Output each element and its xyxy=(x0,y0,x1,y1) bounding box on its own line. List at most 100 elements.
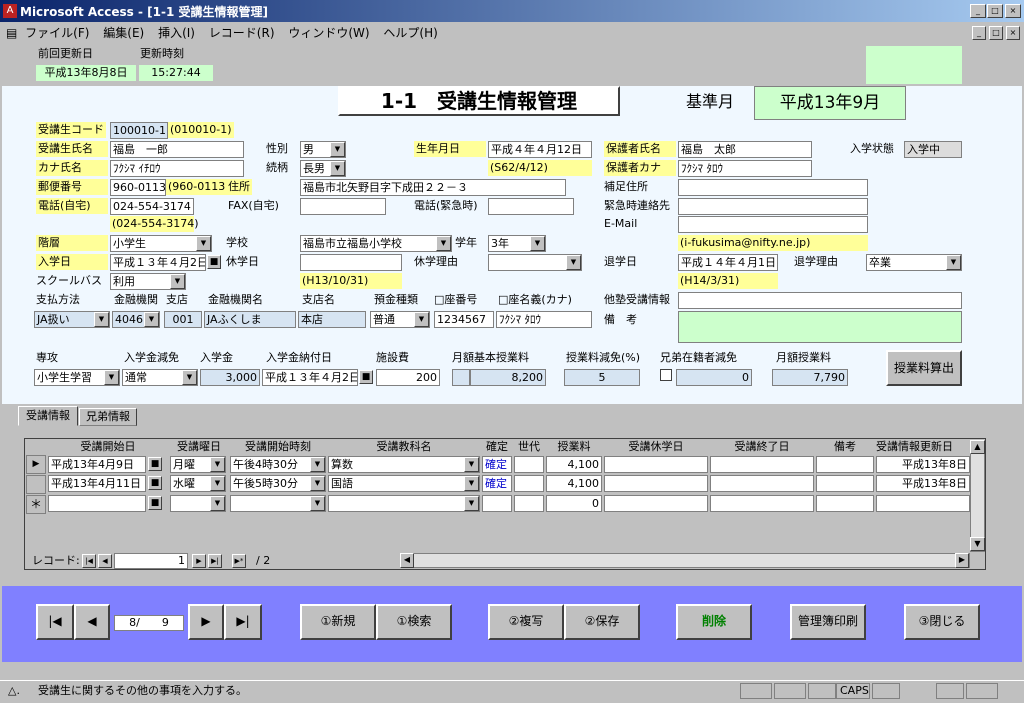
address-field[interactable]: 福島市北矢野目字下成田２２－３ xyxy=(300,179,566,196)
acc-no-field[interactable]: 1234567 xyxy=(434,311,494,328)
first-button[interactable]: |◀ xyxy=(36,604,74,640)
grid-cell-start[interactable] xyxy=(48,495,146,512)
quit-field[interactable]: 平成１４年４月1日 xyxy=(678,254,778,271)
grid-cell-end[interactable] xyxy=(710,475,814,492)
next-button[interactable]: ▶ xyxy=(188,604,224,640)
grid-time-dropdown-icon[interactable]: ▼ xyxy=(310,457,325,472)
new-record-icon[interactable]: ▶* xyxy=(232,554,246,568)
emergency-contact-field[interactable] xyxy=(678,198,868,215)
emergency-tel-field[interactable] xyxy=(488,198,574,215)
email-field[interactable] xyxy=(678,216,868,233)
pay-dropdown-icon[interactable]: ▼ xyxy=(94,312,109,327)
relation-dropdown-icon[interactable]: ▼ xyxy=(330,161,345,176)
grid-cell-fixed[interactable]: 確定 xyxy=(482,475,512,492)
fax-field[interactable] xyxy=(300,198,386,215)
menu-help[interactable]: ヘルプ(H) xyxy=(383,26,437,40)
doc-restore-button[interactable]: □ xyxy=(989,26,1003,40)
row-selector-current[interactable]: ▶ xyxy=(26,455,46,474)
guardian-kana-field[interactable]: ﾌｸｼﾏ ﾀﾛｳ xyxy=(678,160,812,177)
discount-dropdown-icon[interactable]: ▼ xyxy=(182,370,197,385)
tel-field[interactable]: 024-554-3174 xyxy=(110,198,194,215)
grid-cell-fee[interactable]: 4,100 xyxy=(546,456,602,473)
menu-insert[interactable]: 挿入(I) xyxy=(158,26,195,40)
student-code-field[interactable]: 100010-1 xyxy=(110,122,168,139)
copy-button[interactable]: ②複写 xyxy=(488,604,564,640)
grid-calendar-button[interactable]: ■ xyxy=(148,496,162,510)
minimize-button[interactable]: _ xyxy=(970,4,986,18)
leave-reason-dropdown-icon[interactable]: ▼ xyxy=(566,255,581,270)
last-record-icon[interactable]: ▶| xyxy=(208,554,222,568)
grid-cell-leave[interactable] xyxy=(604,456,708,473)
grid-cell-update[interactable] xyxy=(876,495,970,512)
grade-dropdown-icon[interactable]: ▼ xyxy=(196,236,211,251)
grid-cell-gen[interactable] xyxy=(514,475,544,492)
guardian-field[interactable]: 福島 太郎 xyxy=(678,141,812,158)
birth-field[interactable]: 平成４年４月12日 xyxy=(488,141,592,158)
grid-cell-start[interactable]: 平成13年4月11日 xyxy=(48,475,146,492)
kana-field[interactable]: ﾌｸｼﾏ ｲﾁﾛｳ xyxy=(110,160,244,177)
grid-calendar-button[interactable]: ■ xyxy=(148,476,162,490)
grid-cell-subject[interactable]: 算数 xyxy=(328,456,480,473)
grid-cell-fixed[interactable] xyxy=(482,495,512,512)
grid-time-dropdown-icon[interactable]: ▼ xyxy=(310,496,325,511)
grid-subject-dropdown-icon[interactable]: ▼ xyxy=(464,496,479,511)
doc-close-button[interactable]: × xyxy=(1006,26,1020,40)
acc-holder-field[interactable]: ﾌｸｼﾏ ﾀﾛｳ xyxy=(496,311,592,328)
facility-field[interactable]: 200 xyxy=(376,369,440,386)
sex-dropdown-icon[interactable]: ▼ xyxy=(330,142,345,157)
grid-subject-dropdown-icon[interactable]: ▼ xyxy=(464,476,479,491)
grid-cell-end[interactable] xyxy=(710,495,814,512)
fee-date-field[interactable]: 平成１３年４月2日 xyxy=(262,369,358,386)
grid-cell-fixed[interactable]: 確定 xyxy=(482,456,512,473)
grid-cell-memo[interactable] xyxy=(816,456,874,473)
prev-button[interactable]: ◀ xyxy=(74,604,110,640)
maximize-button[interactable]: □ xyxy=(987,4,1003,18)
grid-day-dropdown-icon[interactable]: ▼ xyxy=(210,476,225,491)
enroll-field[interactable]: 平成１３年４月2日 xyxy=(110,254,206,271)
memo-field[interactable] xyxy=(678,311,962,343)
grid-cell-end[interactable] xyxy=(710,456,814,473)
grid-cell-memo[interactable] xyxy=(816,475,874,492)
other-school-field[interactable] xyxy=(678,292,962,309)
leave-field[interactable] xyxy=(300,254,402,271)
new-button[interactable]: ①新規 xyxy=(300,604,376,640)
sub-address-field[interactable] xyxy=(678,179,868,196)
grid-subject-dropdown-icon[interactable]: ▼ xyxy=(464,457,479,472)
menu-records[interactable]: レコード(R) xyxy=(209,26,275,40)
grid-cell-gen[interactable] xyxy=(514,456,544,473)
grid-cell-subject[interactable] xyxy=(328,495,480,512)
grid-cell-memo[interactable] xyxy=(816,495,874,512)
major-dropdown-icon[interactable]: ▼ xyxy=(104,370,119,385)
branch-field[interactable]: 001 xyxy=(164,311,202,328)
sibling-checkbox[interactable] xyxy=(660,369,672,381)
row-selector-new[interactable]: ＊ xyxy=(26,495,46,514)
menu-window[interactable]: ウィンドウ(W) xyxy=(288,26,369,40)
quit-reason-dropdown-icon[interactable]: ▼ xyxy=(946,255,961,270)
grid-cell-fee[interactable]: 4,100 xyxy=(546,475,602,492)
prev-record-icon[interactable]: ◀ xyxy=(98,554,112,568)
first-record-icon[interactable]: |◀ xyxy=(82,554,96,568)
bus-dropdown-icon[interactable]: ▼ xyxy=(170,274,185,289)
grid-vscroll[interactable] xyxy=(970,440,985,552)
grid-time-dropdown-icon[interactable]: ▼ xyxy=(310,476,325,491)
delete-button[interactable]: 削除 xyxy=(676,604,752,640)
zip-field[interactable]: 960-0113 xyxy=(110,179,166,196)
tab-siblings[interactable]: 兄弟情報 xyxy=(79,408,137,426)
scroll-down-icon[interactable]: ▼ xyxy=(970,537,985,551)
school-field[interactable]: 福島市立福島小学校 xyxy=(300,235,452,252)
close-button[interactable]: × xyxy=(1005,4,1021,18)
grid-calendar-button[interactable]: ■ xyxy=(148,457,162,471)
close-form-button[interactable]: ③閉じる xyxy=(904,604,980,640)
row-selector[interactable] xyxy=(26,475,46,494)
acc-type-dropdown-icon[interactable]: ▼ xyxy=(414,312,429,327)
calc-fee-button[interactable]: 授業料算出 xyxy=(886,350,962,386)
scroll-up-icon[interactable]: ▲ xyxy=(970,440,985,454)
grid-day-dropdown-icon[interactable]: ▼ xyxy=(210,457,225,472)
scroll-left-icon[interactable]: ◀ xyxy=(400,553,414,568)
grid-cell-start[interactable]: 平成13年4月9日 xyxy=(48,456,146,473)
grid-cell-update[interactable]: 平成13年8日 xyxy=(876,456,970,473)
bank-dropdown-icon[interactable]: ▼ xyxy=(144,312,159,327)
school-dropdown-icon[interactable]: ▼ xyxy=(436,236,451,251)
grid-cell-leave[interactable] xyxy=(604,475,708,492)
last-button[interactable]: ▶| xyxy=(224,604,262,640)
